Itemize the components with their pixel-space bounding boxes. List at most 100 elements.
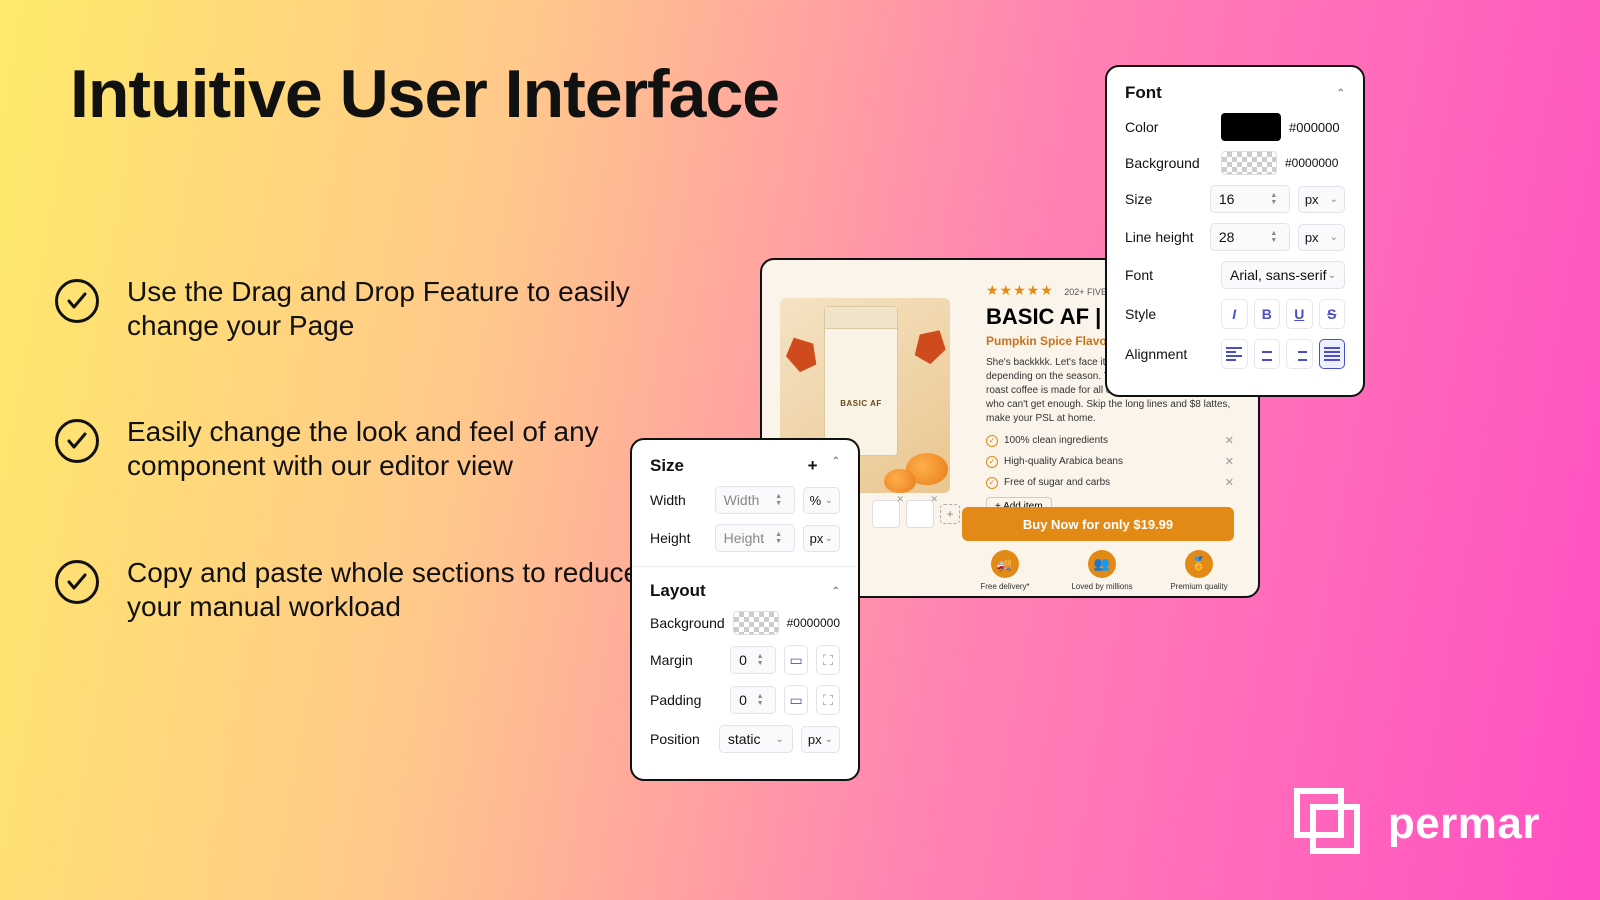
leaf-icon bbox=[780, 331, 822, 374]
bullet-text: Easily change the look and feel of any c… bbox=[127, 415, 655, 483]
layout-title: Layout bbox=[650, 581, 706, 601]
chevron-down-icon: ⌄ bbox=[825, 734, 833, 745]
background-hex: #0000000 bbox=[787, 616, 840, 630]
font-title: Font bbox=[1125, 83, 1162, 103]
chevron-down-icon: ⌄ bbox=[825, 495, 833, 506]
award-icon: 🏅 bbox=[1185, 550, 1213, 578]
bold-button[interactable]: B bbox=[1254, 299, 1281, 329]
color-swatch[interactable] bbox=[1221, 113, 1281, 141]
layout-section-header[interactable]: Layout ⌃ bbox=[650, 581, 840, 601]
logo-icon bbox=[1294, 788, 1366, 860]
thumbnail[interactable]: ✕ bbox=[906, 500, 934, 528]
underline-button[interactable]: U bbox=[1286, 299, 1313, 329]
brand-logo: permar bbox=[1294, 788, 1540, 860]
style-row: Style I B U S bbox=[1125, 299, 1345, 329]
color-row: Color #000000 bbox=[1125, 113, 1345, 141]
bullet-list: Use the Drag and Drop Feature to easily … bbox=[55, 275, 655, 696]
thumbnail-row: ✕ ✕ + bbox=[872, 500, 960, 528]
feature-text: 100% clean ingredients bbox=[1004, 435, 1108, 446]
background-swatch[interactable] bbox=[733, 611, 779, 635]
strikethrough-button[interactable]: S bbox=[1319, 299, 1346, 329]
chevron-up-icon[interactable]: ⌃ bbox=[832, 586, 840, 597]
padding-row: Padding 0▲▼ ▭ ⛶ bbox=[650, 685, 840, 715]
plus-icon[interactable]: + bbox=[808, 456, 818, 476]
align-right-button[interactable] bbox=[1286, 339, 1313, 369]
align-left-button[interactable] bbox=[1221, 339, 1248, 369]
alignment-row: Alignment bbox=[1125, 339, 1345, 369]
leaf-icon bbox=[910, 323, 950, 367]
font-section-header[interactable]: Font ⌃ bbox=[1125, 83, 1345, 103]
background-row: Background #0000000 bbox=[650, 611, 840, 635]
people-icon: 👥 bbox=[1088, 550, 1116, 578]
font-size-unit-select[interactable]: px⌄ bbox=[1298, 186, 1345, 213]
check-icon: ✓ bbox=[986, 456, 998, 468]
position-select[interactable]: static⌄ bbox=[719, 725, 793, 753]
bullet-text: Use the Drag and Drop Feature to easily … bbox=[127, 275, 655, 343]
chevron-down-icon: ⌄ bbox=[825, 533, 833, 544]
font-size-input[interactable]: 16▲▼ bbox=[1210, 185, 1290, 213]
expand-icon[interactable]: ⛶ bbox=[816, 645, 840, 675]
size-layout-panel: Size +⌃ Width Width▲▼ %⌄ Height Height▲▼… bbox=[630, 438, 860, 781]
star-icon: ★★★★★ bbox=[986, 282, 1054, 298]
align-justify-button[interactable] bbox=[1319, 339, 1346, 369]
italic-button[interactable]: I bbox=[1221, 299, 1248, 329]
height-unit-select[interactable]: px⌄ bbox=[803, 525, 840, 552]
font-background-swatch[interactable] bbox=[1221, 151, 1277, 175]
chevron-down-icon: ⌄ bbox=[1330, 194, 1338, 205]
position-label: Position bbox=[650, 731, 711, 747]
lineheight-unit-select[interactable]: px⌄ bbox=[1298, 224, 1345, 251]
box-icon[interactable]: ▭ bbox=[784, 685, 808, 715]
badge-item: 🏅 Premium quality bbox=[1164, 550, 1234, 591]
check-icon: ✓ bbox=[986, 477, 998, 489]
badge-item: 🚚 Free delivery* bbox=[970, 550, 1040, 591]
width-unit-select[interactable]: %⌄ bbox=[803, 487, 840, 514]
badge-label: Premium quality bbox=[1170, 582, 1227, 591]
font-panel: Font ⌃ Color #000000 Background #0000000… bbox=[1105, 65, 1365, 397]
width-input[interactable]: Width▲▼ bbox=[715, 486, 795, 514]
font-family-select[interactable]: Arial, sans-serif⌄ bbox=[1221, 261, 1345, 289]
position-row: Position static⌄ px⌄ bbox=[650, 725, 840, 753]
expand-icon[interactable]: ⛶ bbox=[816, 685, 840, 715]
height-input[interactable]: Height▲▼ bbox=[715, 524, 795, 552]
thumbnail[interactable]: ✕ bbox=[872, 500, 900, 528]
close-icon[interactable]: ✕ bbox=[1225, 455, 1234, 468]
bullet-item: Copy and paste whole sections to reduce … bbox=[55, 556, 655, 624]
chevron-down-icon: ⌄ bbox=[1328, 270, 1336, 281]
truck-icon: 🚚 bbox=[991, 550, 1019, 578]
badge-label: Free delivery* bbox=[980, 582, 1029, 591]
pumpkin-icon bbox=[884, 469, 916, 493]
padding-input[interactable]: 0▲▼ bbox=[730, 686, 776, 714]
chevron-up-icon[interactable]: ⌃ bbox=[1337, 88, 1345, 99]
close-icon[interactable]: ✕ bbox=[930, 494, 938, 505]
chevron-down-icon: ⌄ bbox=[775, 734, 783, 745]
lineheight-input[interactable]: 28▲▼ bbox=[1210, 223, 1290, 251]
feature-text: Free of sugar and carbs bbox=[1004, 477, 1110, 488]
brand-name: permar bbox=[1388, 799, 1540, 849]
margin-label: Margin bbox=[650, 652, 722, 668]
close-icon[interactable]: ✕ bbox=[1225, 434, 1234, 447]
size-section-header[interactable]: Size +⌃ bbox=[650, 456, 840, 476]
box-icon[interactable]: ▭ bbox=[784, 645, 808, 675]
check-icon bbox=[55, 560, 99, 604]
chevron-up-icon[interactable]: ⌃ bbox=[832, 456, 840, 476]
check-icon bbox=[55, 419, 99, 463]
font-family-row: Font Arial, sans-serif⌄ bbox=[1125, 261, 1345, 289]
badge-label: Loved by millions bbox=[1071, 582, 1132, 591]
close-icon[interactable]: ✕ bbox=[896, 494, 904, 505]
check-icon: ✓ bbox=[986, 435, 998, 447]
font-background-label: Background bbox=[1125, 155, 1213, 171]
buy-button[interactable]: Buy Now for only $19.99 bbox=[962, 507, 1234, 541]
bag-label: BASIC AF bbox=[825, 399, 897, 408]
close-icon[interactable]: ✕ bbox=[1225, 476, 1234, 489]
feature-item: ✓ Free of sugar and carbs ✕ bbox=[986, 476, 1234, 489]
margin-input[interactable]: 0▲▼ bbox=[730, 646, 776, 674]
add-thumbnail-button[interactable]: + bbox=[940, 504, 960, 524]
color-hex: #000000 bbox=[1289, 120, 1340, 135]
align-center-button[interactable] bbox=[1254, 339, 1281, 369]
bullet-item: Use the Drag and Drop Feature to easily … bbox=[55, 275, 655, 343]
position-unit-select[interactable]: px⌄ bbox=[801, 726, 840, 753]
font-background-hex: #0000000 bbox=[1285, 156, 1338, 170]
badge-item: 👥 Loved by millions bbox=[1067, 550, 1137, 591]
bullet-item: Easily change the look and feel of any c… bbox=[55, 415, 655, 483]
feature-item: ✓ 100% clean ingredients ✕ bbox=[986, 434, 1234, 447]
